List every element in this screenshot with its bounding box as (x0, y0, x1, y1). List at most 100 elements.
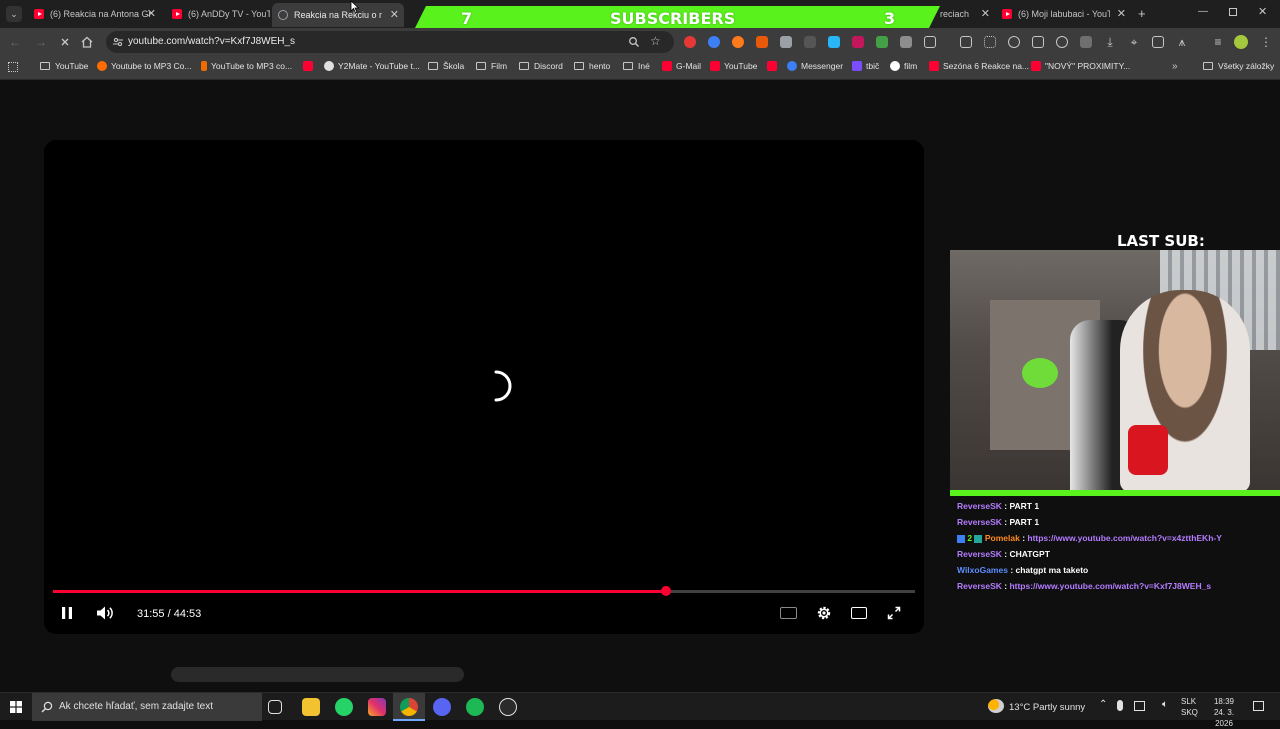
minimize-button[interactable]: — (1198, 6, 1208, 17)
download-icon[interactable]: ⤓ (1103, 35, 1117, 49)
tab-active[interactable]: Reakcia na Rekciu o mne ✕ (272, 3, 404, 27)
bookmark-item[interactable]: Sezóna 6 Reakce na... (929, 61, 1029, 71)
zoom-icon[interactable] (628, 36, 640, 48)
file-explorer-icon[interactable] (302, 698, 320, 716)
extension-feather-icon[interactable] (828, 36, 840, 48)
bookmark-item[interactable]: YouTube to MP3 co... (201, 61, 292, 71)
task-view-icon[interactable] (268, 700, 282, 714)
bookmark-item[interactable]: Iné (623, 61, 650, 71)
bookmark-item[interactable] (767, 61, 781, 71)
forward-arrow-icon[interactable]: → (34, 35, 48, 49)
bookmark-item[interactable]: Youtube to MP3 Co... (97, 61, 192, 71)
microphone-icon[interactable] (1117, 700, 1123, 711)
close-window-button[interactable]: ✕ (1258, 5, 1267, 18)
taskbar-clock[interactable]: 18:39 24. 3. 2026 (1204, 696, 1244, 729)
home-icon[interactable] (80, 35, 94, 49)
windows-start-icon[interactable] (10, 701, 22, 713)
bookmark-item[interactable]: Škola (428, 61, 464, 71)
extension-gray-icon[interactable] (900, 36, 912, 48)
speaker-icon[interactable]: 🔈︎ (1162, 699, 1168, 710)
bookmark-item[interactable]: G-Mail (662, 61, 701, 71)
discord-icon[interactable] (433, 698, 451, 716)
bookmark-item[interactable]: YouTube (710, 61, 757, 71)
stop-loading-icon[interactable] (58, 35, 72, 49)
history-icon[interactable] (1056, 36, 1068, 48)
input-language[interactable]: SLK SKQ (1181, 696, 1198, 718)
bookmark-item[interactable] (303, 61, 317, 71)
bookmark-item[interactable]: tbič (852, 61, 879, 71)
progress-played (53, 590, 666, 593)
bookmark-item[interactable]: film (890, 61, 917, 71)
extension-ht-icon[interactable] (804, 36, 816, 48)
progress-scrubber[interactable] (661, 586, 671, 596)
chat-text: PART 1 (1009, 517, 1040, 527)
tree-icon[interactable]: ⩚ (1175, 35, 1189, 49)
tray-chevron-icon[interactable]: ⌃ (1099, 699, 1107, 710)
bookmark-item[interactable]: Film (476, 61, 507, 71)
tab-search-button[interactable]: ⌄ (6, 6, 22, 22)
weather-text[interactable]: 13°C Partly sunny (1009, 702, 1085, 713)
link-icon[interactable] (1008, 36, 1020, 48)
tab-5[interactable]: (6) Moji labubaci - YouTu ✕ (1000, 4, 1128, 24)
bookmark-item[interactable]: YouTube (40, 61, 88, 71)
address-bar[interactable]: youtube.com/watch?v=Kxf7J8WEH_s ☆ (106, 31, 674, 53)
bookmarks-overflow-icon[interactable]: » (1172, 61, 1178, 72)
extension-green-icon[interactable] (876, 36, 888, 48)
time-display: 31:55 / 44:53 (137, 608, 202, 620)
cast-icon[interactable] (1032, 36, 1044, 48)
bookmark-item[interactable]: Messenger (787, 61, 843, 71)
apps-icon[interactable] (8, 62, 18, 72)
extensions-puzzle-icon[interactable] (924, 36, 936, 48)
tab-1[interactable]: (6) Reakcia na Antona Gr ✕ (32, 4, 158, 24)
video-player[interactable]: 31:55 / 44:53 (44, 140, 924, 634)
site-info-icon[interactable] (112, 36, 124, 48)
whatsapp-icon[interactable] (335, 698, 353, 716)
print-icon[interactable] (960, 36, 972, 48)
close-tab-icon[interactable]: ✕ (981, 7, 990, 20)
apps-grid-icon[interactable] (984, 36, 996, 48)
spotify-icon[interactable] (466, 698, 484, 716)
extension-purple-icon[interactable] (852, 36, 864, 48)
progress-bar[interactable] (53, 586, 915, 596)
volume-icon[interactable] (95, 605, 115, 621)
obs-icon[interactable] (499, 698, 517, 716)
back-arrow-icon[interactable]: ← (8, 35, 22, 49)
network-icon[interactable] (1134, 701, 1145, 711)
chrome-taskbar-item[interactable] (393, 693, 425, 721)
extension-orange-icon[interactable] (732, 36, 744, 48)
more-menu-icon[interactable]: ⋮ (1259, 35, 1273, 49)
reading-list-icon[interactable]: ≡ (1211, 35, 1225, 49)
close-tab-icon[interactable]: ✕ (1117, 7, 1126, 20)
new-tab-button[interactable]: + (1138, 6, 1146, 21)
tab-title: Reakcia na Rekciu o mne (294, 10, 382, 20)
extension-red-icon[interactable] (684, 36, 696, 48)
bookmark-item[interactable]: hento (574, 61, 610, 71)
tab-4[interactable]: reciach ✕ (940, 4, 992, 24)
extension-b-icon[interactable] (756, 36, 768, 48)
fullscreen-icon[interactable] (887, 606, 901, 620)
extension-blue-icon[interactable] (708, 36, 720, 48)
extension-window-icon[interactable] (780, 36, 792, 48)
translate-icon[interactable] (1080, 36, 1092, 48)
pause-icon[interactable] (61, 606, 73, 620)
card-icon[interactable] (1152, 36, 1164, 48)
taskbar-search-input[interactable]: Ak chcete hľadať, sem zadajte text (32, 693, 262, 721)
subtitles-icon[interactable] (780, 607, 797, 619)
tab-2[interactable]: (6) AnDDy TV - YouTube (170, 4, 270, 24)
settings-gear-icon[interactable] (816, 605, 832, 621)
close-tab-icon[interactable]: ✕ (390, 8, 399, 21)
all-bookmarks-button[interactable]: Všetky záložky (1203, 61, 1274, 71)
bookmark-item[interactable]: "NOVÝ" PROXIMITY... (1031, 61, 1130, 71)
chat-text: CHATGPT (1009, 549, 1050, 559)
profile-avatar[interactable] (1234, 35, 1248, 49)
mouse-cursor-icon (350, 0, 360, 14)
bookmark-star-icon[interactable]: ☆ (650, 34, 661, 48)
restore-button[interactable] (1229, 8, 1237, 16)
instagram-icon[interactable] (368, 698, 386, 716)
close-tab-icon[interactable]: ✕ (147, 7, 156, 20)
location-icon[interactable]: ⌖ (1127, 35, 1141, 49)
theater-mode-icon[interactable] (851, 607, 867, 619)
bookmark-item[interactable]: Y2Mate - YouTube t... (324, 61, 420, 71)
notifications-icon[interactable] (1253, 701, 1264, 711)
bookmark-item[interactable]: Discord (519, 61, 563, 71)
